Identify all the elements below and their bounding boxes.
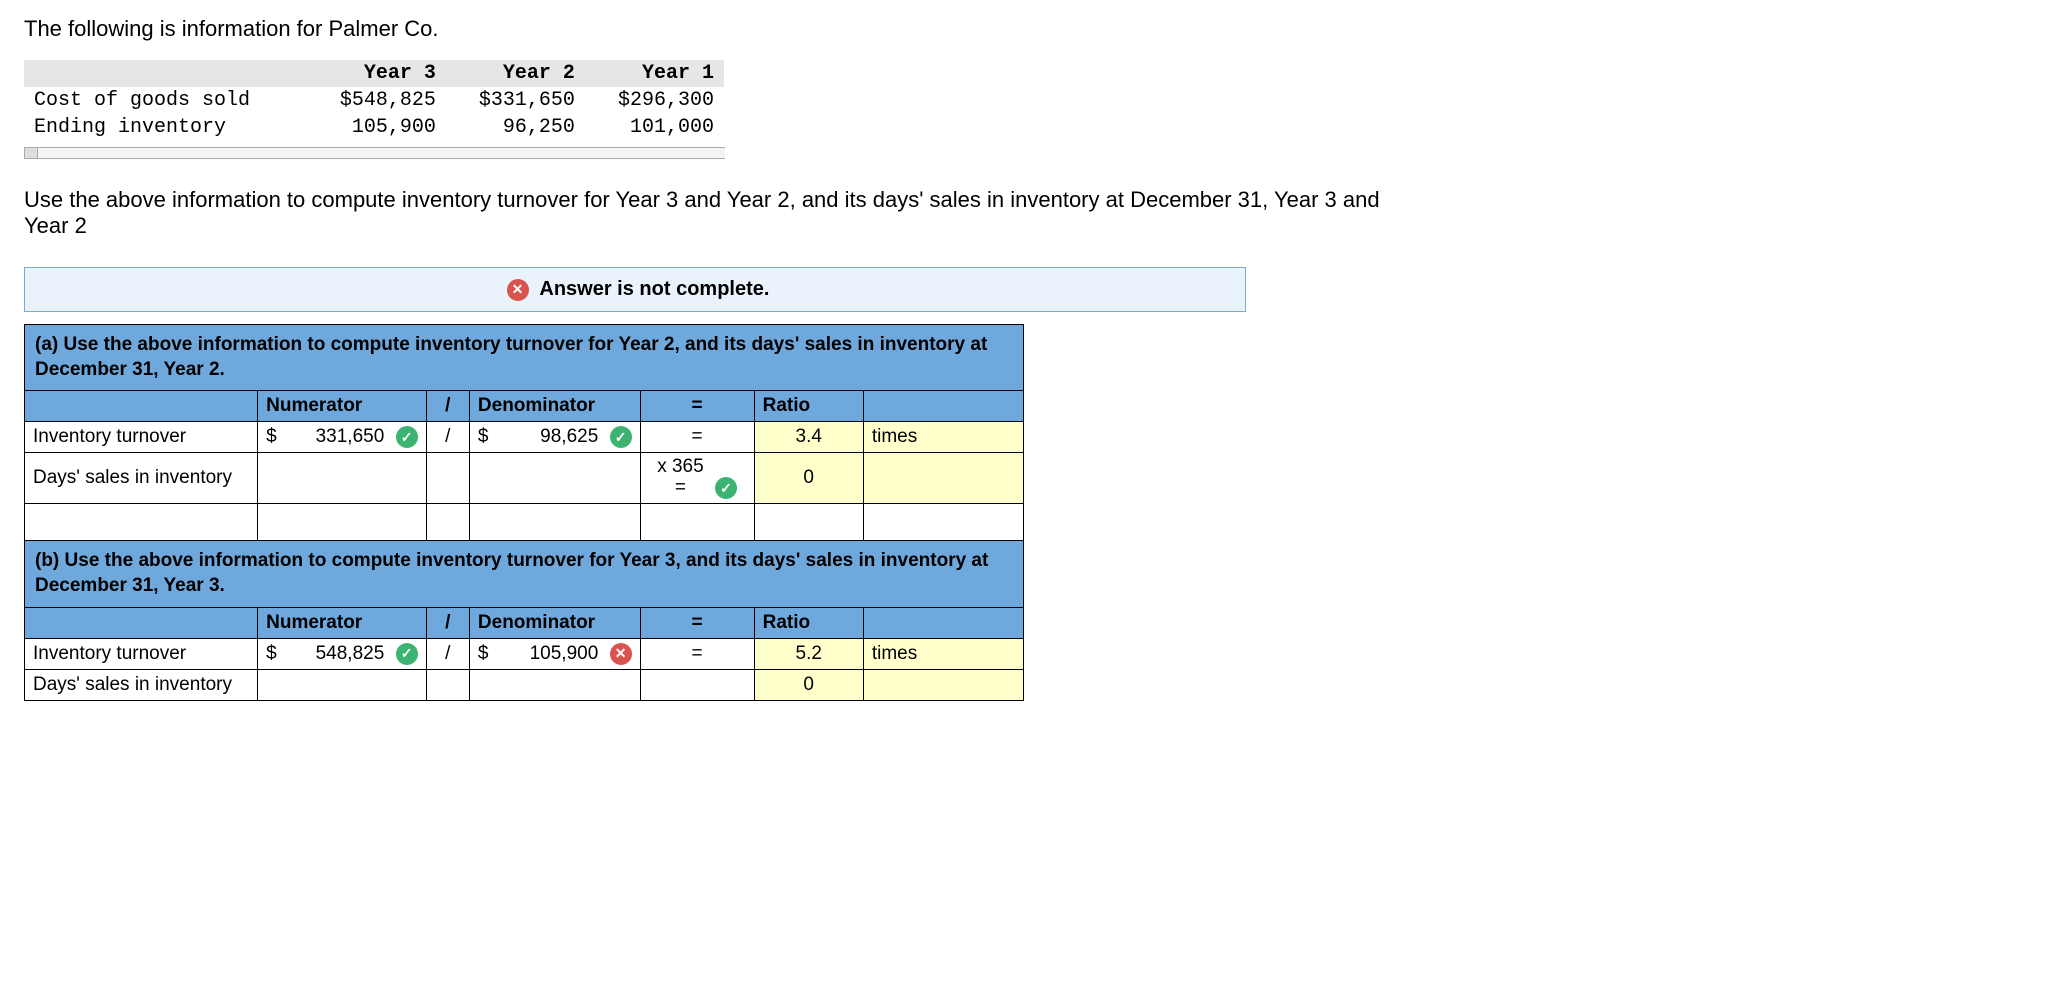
slash-cell: /: [426, 638, 469, 669]
part-a-header: (a) Use the above information to compute…: [25, 325, 1024, 391]
part-b-days-sales-row: Days' sales in inventory 0: [25, 669, 1024, 700]
table-row: Cost of goods sold $548,825 $331,650 $29…: [24, 87, 724, 114]
row-label: Cost of goods sold: [24, 87, 307, 114]
check-icon: ✓: [715, 477, 737, 499]
slash-cell: [426, 669, 469, 700]
data-table: Year 3 Year 2 Year 1 Cost of goods sold …: [24, 60, 724, 141]
eq-bottom: =: [675, 477, 686, 498]
numerator-input[interactable]: $ 331,650 ✓: [258, 422, 426, 453]
ratio-output: 0: [754, 453, 863, 504]
row-label: Days' sales in inventory: [25, 453, 258, 504]
part-a-days-sales-row: Days' sales in inventory x 365 = ✓ 0: [25, 453, 1024, 504]
denominator-input[interactable]: $ 98,625 ✓: [469, 422, 640, 453]
cell-y1: 101,000: [585, 114, 724, 141]
data-table-h3: Year 1: [585, 60, 724, 87]
unit-cell: times: [863, 422, 1023, 453]
row-label: Days' sales in inventory: [25, 669, 258, 700]
intro-text: The following is information for Palmer …: [24, 16, 2022, 42]
denominator-input[interactable]: $ 105,900 ✕: [469, 638, 640, 669]
check-icon: ✓: [610, 426, 632, 448]
question-text: Use the above information to compute inv…: [24, 187, 1424, 239]
col-blank: [25, 607, 258, 638]
part-b-header: (b) Use the above information to compute…: [25, 541, 1024, 607]
row-label: Inventory turnover: [25, 422, 258, 453]
horizontal-scrollbar[interactable]: [24, 147, 725, 159]
denominator-input[interactable]: [469, 453, 640, 504]
col-numerator: Numerator: [258, 607, 426, 638]
col-unit: [863, 391, 1023, 422]
col-denominator: Denominator: [469, 607, 640, 638]
cell-y2: $331,650: [446, 87, 585, 114]
part-b-inventory-turnover-row: Inventory turnover $ 548,825 ✓ / $ 105,9…: [25, 638, 1024, 669]
denominator-value: 105,900: [530, 643, 599, 664]
column-header-row: Numerator / Denominator = Ratio: [25, 607, 1024, 638]
denominator-value: 98,625: [540, 426, 598, 447]
denominator-input[interactable]: [469, 669, 640, 700]
answer-table: (a) Use the above information to compute…: [24, 324, 1024, 701]
row-label: Inventory turnover: [25, 638, 258, 669]
col-numerator: Numerator: [258, 391, 426, 422]
equals-cell: x 365 = ✓: [640, 453, 754, 504]
ratio-output: 0: [754, 669, 863, 700]
numerator-input[interactable]: $ 548,825 ✓: [258, 638, 426, 669]
eq-top: x 365: [657, 456, 703, 477]
col-blank: [25, 391, 258, 422]
cell-y1: $296,300: [585, 87, 724, 114]
cell-y2: 96,250: [446, 114, 585, 141]
x-icon: ✕: [610, 643, 632, 665]
slash-cell: /: [426, 422, 469, 453]
column-header-row: Numerator / Denominator = Ratio: [25, 391, 1024, 422]
col-equals: =: [640, 391, 754, 422]
slash-cell: [426, 453, 469, 504]
data-table-h0: [24, 60, 307, 87]
equals-cell: [640, 669, 754, 700]
status-banner: ✕ Answer is not complete.: [24, 267, 1246, 312]
data-table-h1: Year 3: [307, 60, 446, 87]
col-ratio: Ratio: [754, 607, 863, 638]
check-icon: ✓: [396, 426, 418, 448]
equals-cell: =: [640, 638, 754, 669]
spacer-row: [25, 504, 1024, 541]
data-table-h2: Year 2: [446, 60, 585, 87]
part-b-title: (b) Use the above information to compute…: [25, 541, 1024, 607]
cell-y3: $548,825: [307, 87, 446, 114]
data-table-header-row: Year 3 Year 2 Year 1: [24, 60, 724, 87]
ratio-output: 3.4: [754, 422, 863, 453]
part-a-inventory-turnover-row: Inventory turnover $ 331,650 ✓ / $ 98,62…: [25, 422, 1024, 453]
col-equals: =: [640, 607, 754, 638]
col-unit: [863, 607, 1023, 638]
cell-y3: 105,900: [307, 114, 446, 141]
status-text: Answer is not complete.: [539, 278, 769, 300]
numerator-value: 331,650: [316, 426, 385, 447]
part-a-title: (a) Use the above information to compute…: [25, 325, 1024, 391]
numerator-input[interactable]: [258, 453, 426, 504]
col-slash: /: [426, 607, 469, 638]
x-icon: ✕: [507, 279, 529, 301]
ratio-output: 5.2: [754, 638, 863, 669]
unit-cell: times: [863, 638, 1023, 669]
row-label: Ending inventory: [24, 114, 307, 141]
unit-cell: [863, 669, 1023, 700]
col-ratio: Ratio: [754, 391, 863, 422]
table-row: Ending inventory 105,900 96,250 101,000: [24, 114, 724, 141]
numerator-value: 548,825: [316, 643, 385, 664]
numerator-input[interactable]: [258, 669, 426, 700]
col-slash: /: [426, 391, 469, 422]
unit-cell: [863, 453, 1023, 504]
equals-cell: =: [640, 422, 754, 453]
col-denominator: Denominator: [469, 391, 640, 422]
data-table-wrap: Year 3 Year 2 Year 1 Cost of goods sold …: [24, 60, 724, 141]
check-icon: ✓: [396, 643, 418, 665]
